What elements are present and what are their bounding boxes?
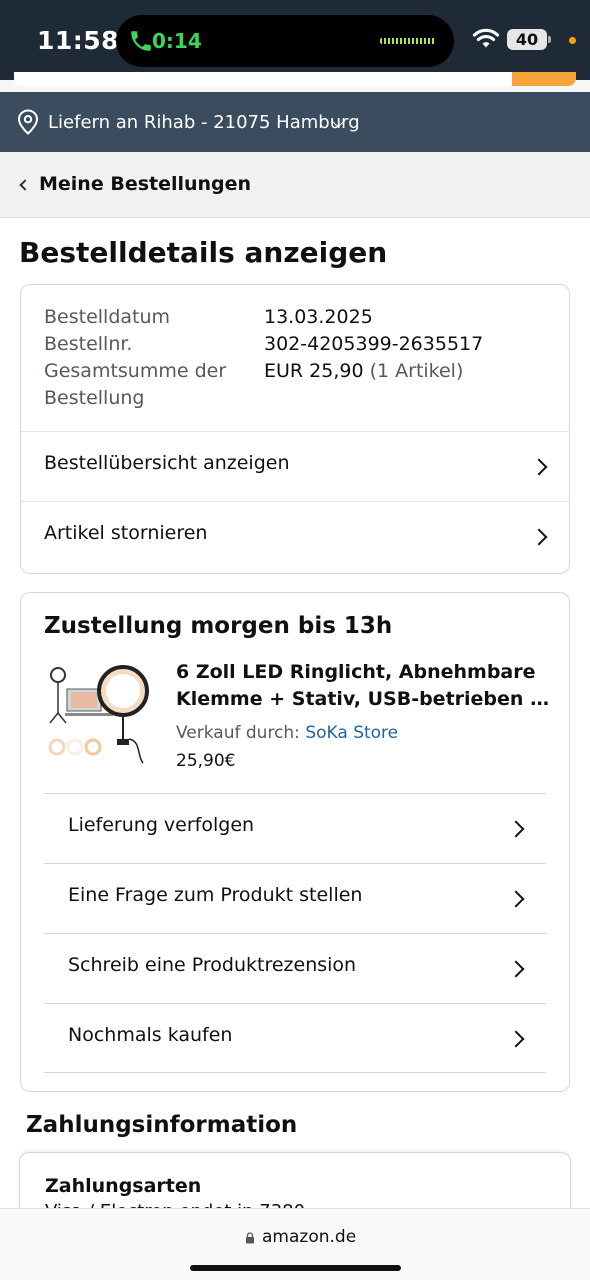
order-summary-card: Bestelldatum 13.03.2025 Bestellnr. 302-4… [20,284,570,574]
chevron-right-icon [530,458,548,476]
cancel-items-row[interactable]: Artikel stornieren [21,501,569,571]
order-total-label-line1: Gesamtsumme der [44,360,227,382]
seller-info: Verkauf durch: SoKa Store [176,723,398,743]
phone-icon [131,31,151,51]
product-price: 25,90€ [176,751,236,771]
buy-again-row[interactable]: Nochmals kaufen [44,1003,546,1073]
buy-again-label: Nochmals kaufen [68,1024,233,1046]
browser-url-bar[interactable]: amazon.de [0,1208,590,1280]
location-pin-icon [17,109,39,135]
order-number-label: Bestellnr. [44,333,133,355]
home-indicator[interactable] [190,1265,401,1271]
delivery-card: Zustellung morgen bis 13h 6 Zoll LED Rin… [20,592,570,1092]
seller-link[interactable]: SoKa Store [305,723,398,743]
order-item-count: (1 Artikel) [369,360,464,382]
write-review-row[interactable]: Schreib eine Produktrezension [44,933,546,1003]
order-number-value: 302-4205399-2635517 [264,333,484,355]
delivery-title: Zustellung morgen bis 13h [44,613,393,639]
order-date-value: 13.03.2025 [264,306,373,328]
audio-waveform [380,38,436,44]
view-order-summary-label: Bestellübersicht anzeigen [44,452,290,474]
ask-question-row[interactable]: Eine Frage zum Produkt stellen [44,863,546,933]
payment-methods-title: Zahlungsarten [45,1175,202,1197]
chevron-right-icon [507,960,525,978]
track-delivery-label: Lieferung verfolgen [68,814,255,836]
battery-tip [548,36,551,43]
order-info: Bestelldatum 13.03.2025 Bestellnr. 302-4… [21,285,569,431]
track-delivery-row[interactable]: Lieferung verfolgen [44,793,546,863]
order-date-label: Bestelldatum [44,306,171,328]
product-image[interactable] [45,661,155,771]
status-bar: 11:58 0:14 40 [0,0,590,80]
chevron-left-icon [19,179,31,191]
product-title-line1: 6 Zoll LED Ringlicht, Abnehmbare [176,661,536,683]
main-content: Bestelldetails anzeigen Bestelldatum 13.… [0,218,590,1280]
wifi-icon [472,28,500,48]
delivery-location-bar[interactable]: Liefern an Rihab - 21075 Hamburg [0,92,590,152]
dynamic-island[interactable]: 0:14 [116,15,454,67]
chevron-right-icon [507,890,525,908]
page-title: Bestelldetails anzeigen [19,236,388,269]
cancel-items-label: Artikel stornieren [44,522,208,544]
ask-question-label: Eine Frage zum Produkt stellen [68,884,363,906]
url-domain: amazon.de [262,1227,357,1247]
payment-section-title: Zahlungsinformation [26,1112,298,1138]
write-review-label: Schreib eine Produktrezension [68,954,357,976]
lock-icon [246,1232,254,1244]
product-title-line2: Klemme + Stativ, USB-betrieben 3 L... [176,688,556,710]
call-timer: 0:14 [152,29,202,53]
chevron-right-icon [507,820,525,838]
privacy-indicator-dot [569,37,576,44]
chevron-right-icon [530,528,548,546]
order-total-label-line2: Bestellung [44,387,145,409]
delivery-location-text: Liefern an Rihab - 21075 Hamburg [48,112,360,133]
status-time: 11:58 [37,26,120,55]
order-total-value: EUR 25,90 (1 Artikel) [264,358,463,385]
breadcrumb-label[interactable]: Meine Bestellungen [39,173,251,195]
view-order-summary-row[interactable]: Bestellübersicht anzeigen [21,431,569,501]
seller-prefix: Verkauf durch: [176,723,306,743]
battery-indicator: 40 [507,29,547,50]
product-title[interactable]: 6 Zoll LED Ringlicht, Abnehmbare Klemme … [176,659,556,713]
search-bar-remnant[interactable] [14,72,576,86]
search-button-remnant[interactable] [512,72,576,86]
breadcrumb[interactable]: Meine Bestellungen [0,152,590,218]
chevron-right-icon [507,1030,525,1048]
order-total-amount: EUR 25,90 [264,360,364,382]
